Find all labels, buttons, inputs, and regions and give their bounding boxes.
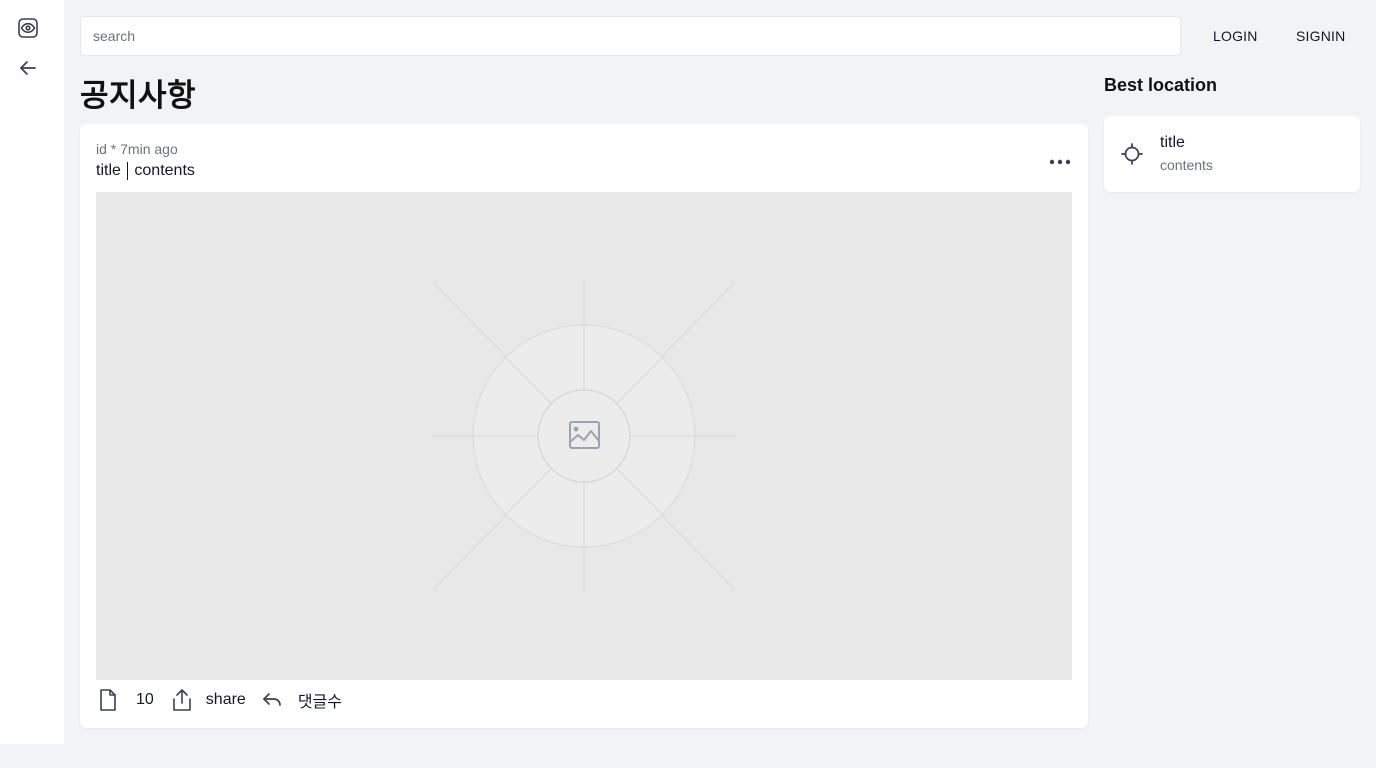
eye-icon[interactable] <box>16 16 40 40</box>
share-icon[interactable] <box>170 688 194 712</box>
login-button[interactable]: LOGIN <box>1213 24 1258 48</box>
post-meta-separator: * <box>110 141 117 157</box>
post-card: id * 7min ago title contents 10 share 댓글… <box>80 124 1088 728</box>
crosshair-icon <box>1120 142 1144 166</box>
signin-button[interactable]: SIGNIN <box>1296 24 1345 48</box>
post-contents: contents <box>134 162 195 179</box>
title-divider <box>126 162 129 180</box>
best-location-heading: Best location <box>1104 75 1218 95</box>
post-meta: id * 7min ago <box>96 141 178 157</box>
document-icon[interactable] <box>96 688 120 712</box>
share-button[interactable]: share <box>206 691 246 709</box>
post-title: title <box>96 162 121 179</box>
post-author-id: id <box>96 141 107 157</box>
reply-icon[interactable] <box>260 688 284 712</box>
image-placeholder-graphic <box>432 280 736 592</box>
more-horizontal-icon[interactable] <box>1048 152 1072 172</box>
location-subtitle: contents <box>1160 157 1213 173</box>
sidebar <box>0 0 64 744</box>
location-item[interactable]: title contents <box>1104 116 1360 192</box>
post-time: 7min ago <box>120 141 178 157</box>
view-count: 10 <box>136 691 154 708</box>
post-heading[interactable]: title contents <box>96 162 195 180</box>
page-title: 공지사항 <box>80 78 197 113</box>
search-input[interactable] <box>80 16 1181 56</box>
post-image-placeholder <box>96 192 1072 680</box>
post-actions: 10 share 댓글수 <box>96 686 342 714</box>
back-arrow-icon[interactable] <box>16 56 40 80</box>
location-title: title <box>1160 134 1185 151</box>
comment-count-label[interactable]: 댓글수 <box>298 688 342 712</box>
